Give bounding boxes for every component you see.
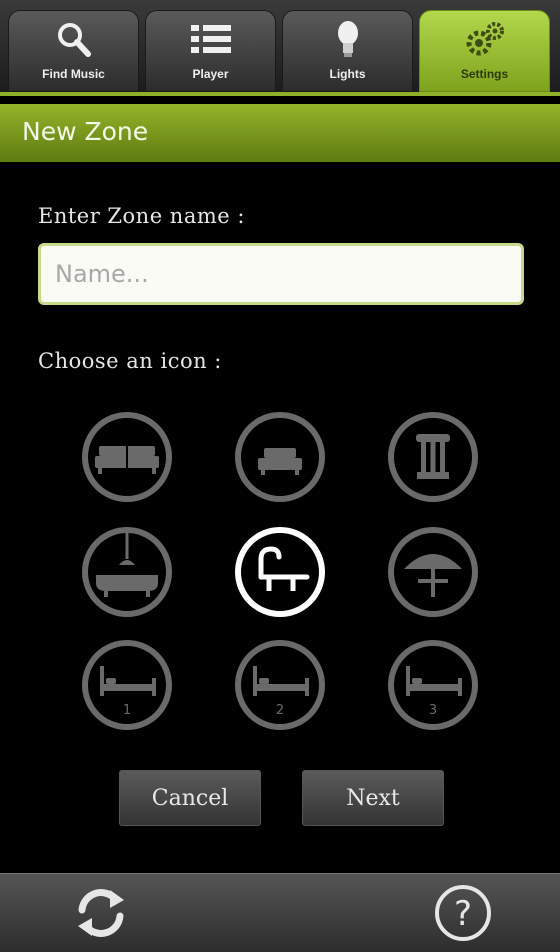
svg-text:?: ? bbox=[454, 894, 472, 934]
cancel-button[interactable]: Cancel bbox=[119, 770, 261, 826]
tab-label: Lights bbox=[329, 67, 366, 81]
next-button[interactable]: Next bbox=[302, 770, 444, 826]
help-icon: ? bbox=[435, 885, 491, 941]
pool-icon bbox=[235, 527, 325, 617]
tab-bar: Find Music Player Lights Settings bbox=[0, 0, 560, 96]
tab-underline bbox=[0, 92, 560, 96]
bedroom-2-icon: 2 bbox=[235, 640, 325, 730]
bedroom-1-icon: 1 bbox=[82, 640, 172, 730]
title-bar: New Zone bbox=[0, 104, 560, 162]
tab-find-music[interactable]: Find Music bbox=[8, 10, 139, 92]
armchair-icon bbox=[235, 412, 325, 502]
zone-icon-bedroom-2[interactable]: 2 bbox=[233, 638, 327, 732]
zone-icon-armchair[interactable] bbox=[233, 410, 327, 504]
bedroom-number: 3 bbox=[429, 703, 437, 718]
zone-icon-bedroom-1[interactable]: 1 bbox=[80, 638, 174, 732]
parasol-icon bbox=[388, 527, 478, 617]
bedroom-number: 2 bbox=[276, 703, 284, 718]
tab-player[interactable]: Player bbox=[145, 10, 276, 92]
choose-icon-label: Choose an icon : bbox=[38, 349, 222, 373]
tab-label: Settings bbox=[460, 67, 509, 81]
list-icon bbox=[190, 25, 231, 53]
bottom-bar: ? bbox=[0, 873, 560, 952]
tab-label: Player bbox=[192, 67, 229, 81]
zone-icon-pool[interactable] bbox=[233, 525, 327, 619]
page-title: New Zone bbox=[22, 117, 149, 146]
sofa-icon bbox=[82, 412, 172, 502]
zone-icon-bedroom-3[interactable]: 3 bbox=[386, 638, 480, 732]
bedroom-number: 1 bbox=[123, 703, 131, 718]
tab-label: Find Music bbox=[42, 67, 105, 81]
zone-name-input[interactable] bbox=[38, 243, 524, 305]
zone-icon-sofa[interactable] bbox=[80, 410, 174, 504]
column-icon bbox=[388, 412, 478, 502]
tab-lights[interactable]: Lights bbox=[282, 10, 413, 92]
refresh-button[interactable] bbox=[70, 882, 132, 944]
zone-icon-parasol[interactable] bbox=[386, 525, 480, 619]
zone-name-label: Enter Zone name : bbox=[38, 204, 245, 228]
search-icon bbox=[57, 23, 91, 57]
tab-settings[interactable]: Settings bbox=[419, 10, 550, 92]
help-button[interactable]: ? bbox=[432, 882, 494, 944]
bedroom-3-icon: 3 bbox=[388, 640, 478, 730]
lightbulb-icon bbox=[337, 21, 358, 57]
gears-icon bbox=[466, 22, 504, 56]
refresh-icon bbox=[78, 889, 124, 937]
zone-icon-column[interactable] bbox=[386, 410, 480, 504]
bathtub-icon bbox=[82, 527, 172, 617]
zone-icon-bathtub[interactable] bbox=[80, 525, 174, 619]
